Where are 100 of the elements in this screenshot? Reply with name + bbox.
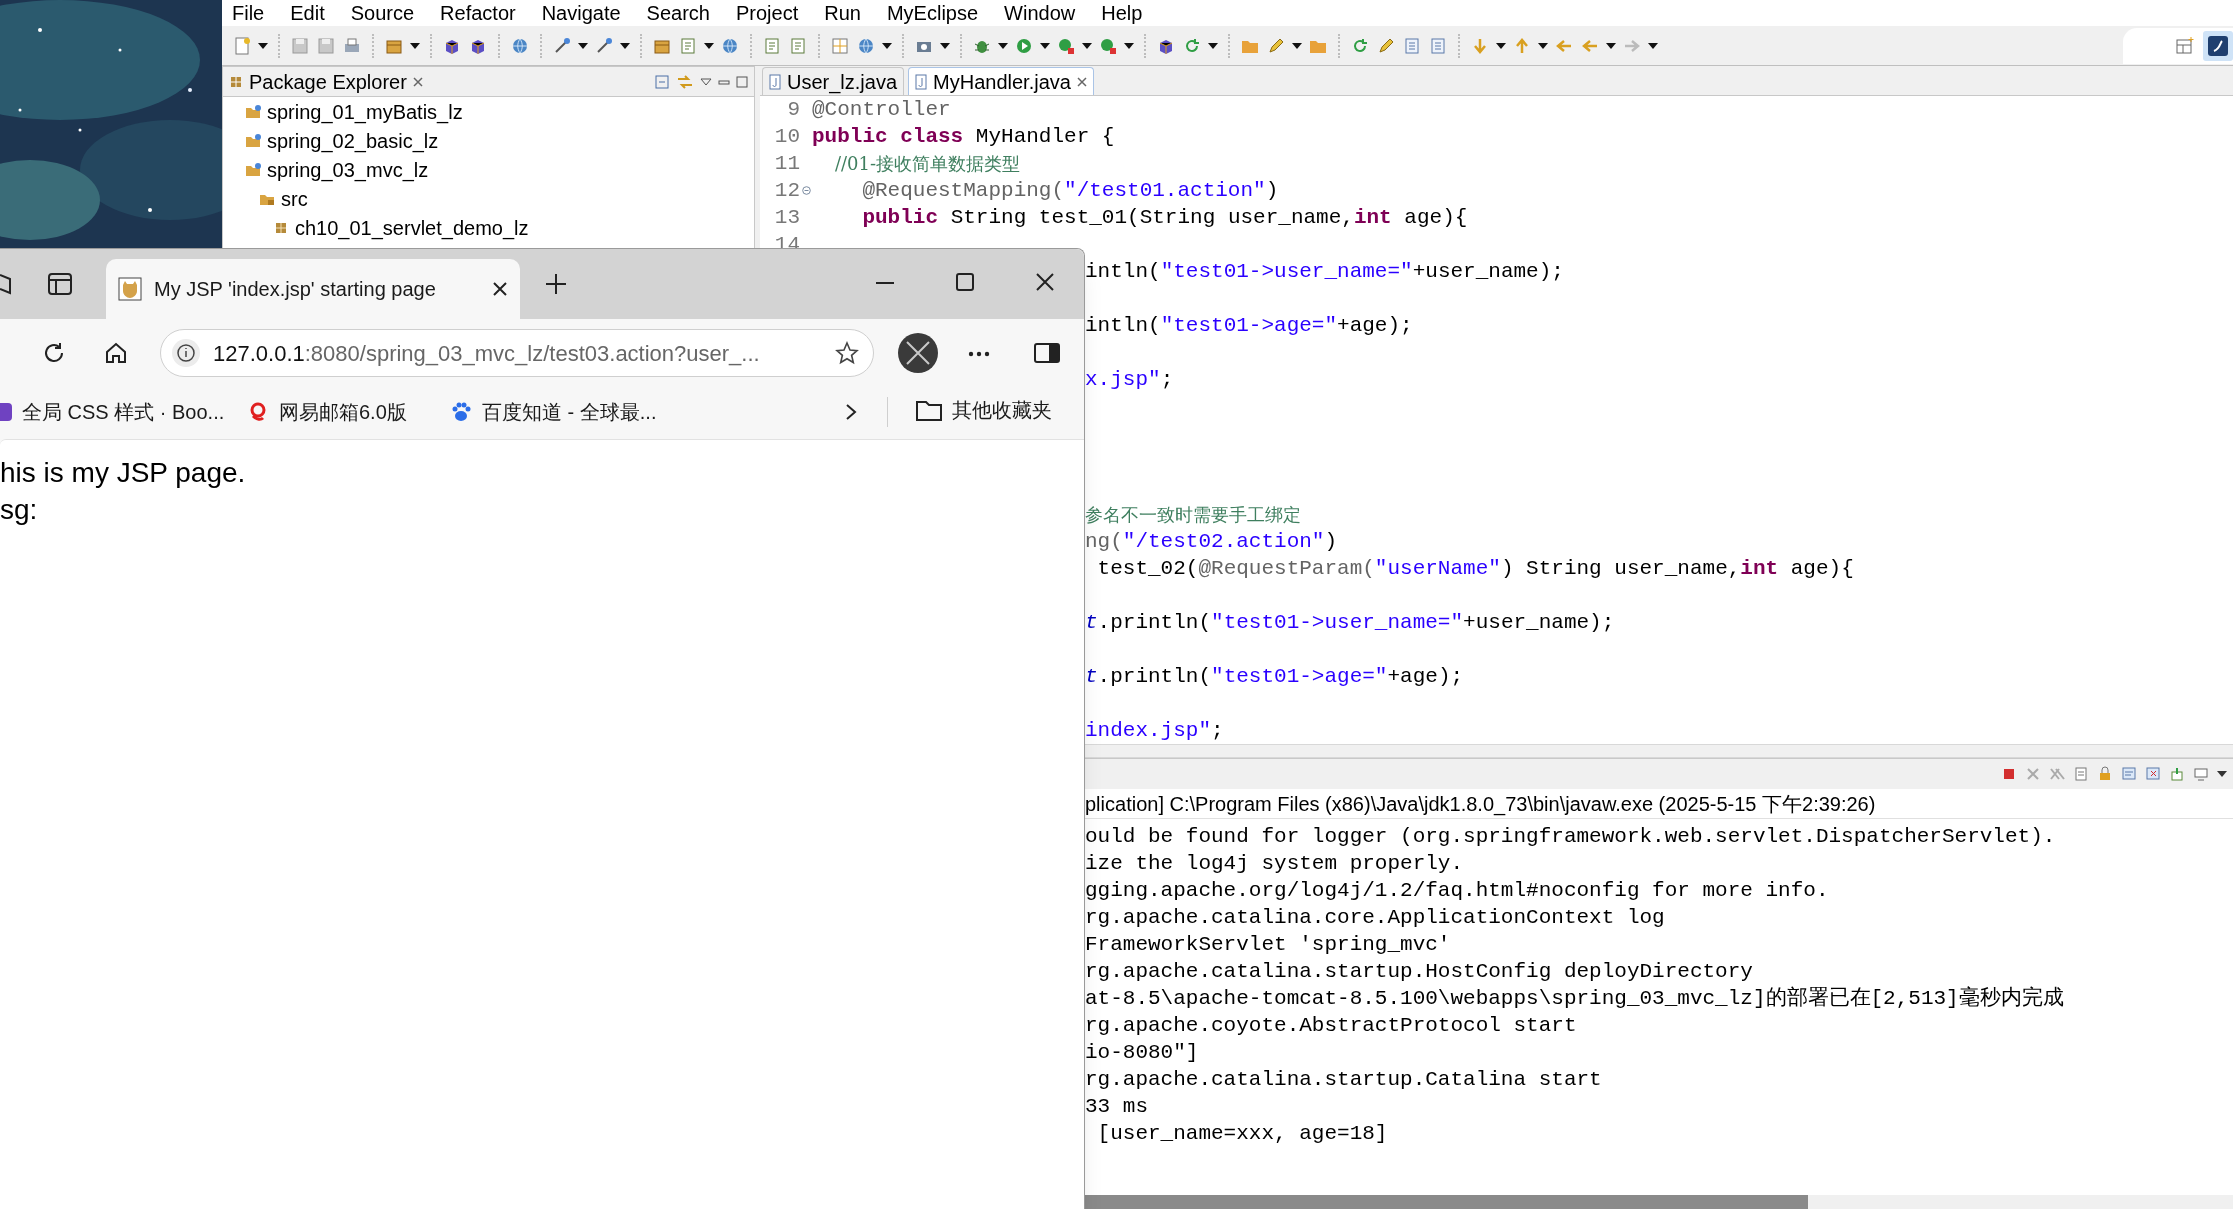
dropdown-arrow-icon[interactable]	[704, 42, 714, 49]
horizontal-scrollbar[interactable]	[1085, 1195, 2233, 1209]
console-line: [user_name=xxx, age=18]	[1096, 1121, 1389, 1147]
code-line: @RequestMapping("/test01.action")	[861, 178, 1279, 204]
code-line: t.println("test01->age="+age);	[1085, 664, 1464, 690]
menu-item[interactable]: Edit	[290, 2, 325, 24]
code-line: 参名不一致时需要手工绑定	[1085, 502, 1301, 527]
open-perspective-icon[interactable]	[2175, 36, 2195, 56]
dropdown-arrow-icon[interactable]	[578, 42, 588, 49]
code-line: index.jsp";	[1085, 718, 1224, 744]
more-icon[interactable]	[968, 351, 990, 357]
code-line: intln("test01->age="+age);	[1085, 313, 1413, 339]
maximize-icon[interactable]	[956, 273, 974, 291]
bookmark[interactable]: 全局 CSS 样式 · Boo...	[0, 397, 225, 427]
line-number: 11	[773, 151, 800, 177]
view-menu-icon[interactable]	[700, 76, 712, 87]
new-tab-icon[interactable]	[545, 273, 567, 295]
show-error-icon[interactable]	[2145, 766, 2161, 782]
code-line: x.jsp";	[1085, 367, 1174, 393]
console-line: FrameworkServlet 'spring_mvc'	[1084, 932, 1452, 958]
java-file-icon	[769, 73, 781, 90]
project-folder-icon	[245, 132, 261, 149]
menu-item[interactable]: Help	[1101, 2, 1143, 24]
close-icon[interactable]	[492, 281, 508, 297]
menu-item[interactable]: MyEclipse	[886, 2, 979, 24]
dropdown-arrow-icon[interactable]	[940, 42, 950, 49]
code-line: t.println("test01->user_name="+user_name);	[1085, 610, 1615, 636]
dropdown-arrow-icon[interactable]	[1082, 42, 1092, 49]
bookmark-folder[interactable]: 其他收藏夹	[916, 395, 1052, 425]
tree-item[interactable]: spring_02_basic_lz	[245, 126, 439, 155]
perspective-icon[interactable]	[2203, 31, 2233, 61]
code-line: intln("test01->user_name="+user_name);	[1085, 259, 1564, 285]
pin-icon[interactable]	[2169, 766, 2185, 782]
paw-icon	[450, 401, 472, 423]
code-line: test_02(@RequestParam("userName") String user_name,int age){	[1096, 556, 1854, 582]
avatar-icon[interactable]	[897, 332, 939, 374]
dropdown-arrow-icon[interactable]	[410, 42, 420, 49]
code-line: @Controller	[812, 97, 951, 123]
address-bar[interactable]: 127.0.0.1:8080/spring_03_mvc_lz/test03.action?user_...	[160, 329, 874, 377]
line-number: 13	[773, 205, 800, 231]
tree-item[interactable]: src	[259, 184, 308, 213]
dropdown-arrow-icon[interactable]	[882, 42, 892, 49]
dropdown-arrow-icon[interactable]	[2217, 771, 2227, 777]
sidebar-icon[interactable]	[1034, 343, 1060, 363]
line-number: 12	[773, 178, 800, 204]
menu-item[interactable]: Run	[824, 2, 861, 24]
info-icon[interactable]	[171, 338, 201, 368]
dropdown-arrow-icon[interactable]	[258, 42, 268, 49]
menu-item[interactable]: Project	[736, 2, 799, 24]
code-line: public String test_01(String user_name,int age){	[861, 205, 1468, 231]
menu-item[interactable]: Refactor	[440, 2, 516, 24]
star-icon[interactable]	[835, 341, 859, 365]
console-line: ize the log4j system properly.	[1084, 851, 1465, 877]
dropdown-arrow-icon[interactable]	[1040, 42, 1050, 49]
console-line: rg.apache.catalina.startup.Catalina start	[1084, 1067, 1603, 1093]
browser-tab[interactable]: My JSP 'index.jsp' starting page	[106, 259, 520, 319]
tree-item[interactable]: spring_03_mvc_lz	[245, 155, 429, 184]
menu-item[interactable]: Navigate	[541, 2, 621, 24]
editor-tab[interactable]: User_lz.java	[762, 67, 905, 95]
menu-item[interactable]: Source	[350, 2, 415, 24]
fold-marker-icon[interactable]	[801, 186, 811, 195]
code-line: //01-接收简单数据类型	[833, 151, 1020, 176]
bookmark[interactable]: 网易邮箱6.0版	[247, 397, 407, 427]
minimize-icon[interactable]	[876, 281, 894, 285]
bookmark[interactable]: 百度知道 - 全球最...	[450, 397, 657, 427]
project-folder-icon	[245, 103, 261, 120]
dropdown-arrow-icon[interactable]	[998, 42, 1008, 49]
chevron-right-icon[interactable]	[845, 403, 857, 421]
dropdown-arrow-icon[interactable]	[620, 42, 630, 49]
tree-item[interactable]: spring_01_myBatis_lz	[245, 97, 463, 126]
editor-tab[interactable]: MyHandler.java	[908, 67, 1094, 95]
dropdown-arrow-icon[interactable]	[1538, 42, 1548, 49]
console-line: gging.apache.org/log4j/1.2/faq.html#noconfig for more info.	[1084, 878, 1830, 904]
reload-icon[interactable]	[42, 341, 66, 365]
line-number: 10	[773, 124, 800, 150]
code-line: ng("/test02.action")	[1085, 529, 1338, 555]
menu-item[interactable]: File	[232, 2, 265, 24]
display-icon[interactable]	[2193, 766, 2209, 782]
console-line: rg.apache.catalina.core.ApplicationContext log	[1084, 905, 1666, 931]
dropdown-arrow-icon[interactable]	[1124, 42, 1134, 49]
tree-item[interactable]: ch10_01_servlet_demo_lz	[273, 213, 529, 242]
stop-icon[interactable]	[2001, 766, 2017, 782]
horizontal-scrollbar[interactable]	[1085, 744, 2233, 758]
close-icon[interactable]	[1036, 273, 1054, 291]
page-text: his is my JSP page.	[0, 456, 247, 490]
folder-icon	[916, 399, 942, 421]
menu-item[interactable]: Window	[1004, 2, 1076, 24]
home-icon[interactable]	[104, 341, 128, 365]
scroll-lock-icon[interactable]	[2097, 766, 2113, 782]
dropdown-arrow-icon[interactable]	[1496, 42, 1506, 49]
console-line: ould be found for logger (org.springframework.web.servlet.DispatcherServlet).	[1084, 824, 2057, 850]
dropdown-arrow-icon[interactable]	[1648, 42, 1658, 49]
line-number: 9	[786, 97, 800, 123]
dropdown-arrow-icon[interactable]	[1606, 42, 1616, 49]
menu-item[interactable]: Search	[646, 2, 710, 24]
dropdown-arrow-icon[interactable]	[1208, 42, 1218, 49]
console-line: 33 ms	[1084, 1094, 1149, 1120]
dropdown-arrow-icon[interactable]	[1292, 42, 1302, 49]
vertical-tabs-icon[interactable]	[48, 273, 72, 295]
console-line: io-8080"]	[1084, 1040, 1200, 1066]
